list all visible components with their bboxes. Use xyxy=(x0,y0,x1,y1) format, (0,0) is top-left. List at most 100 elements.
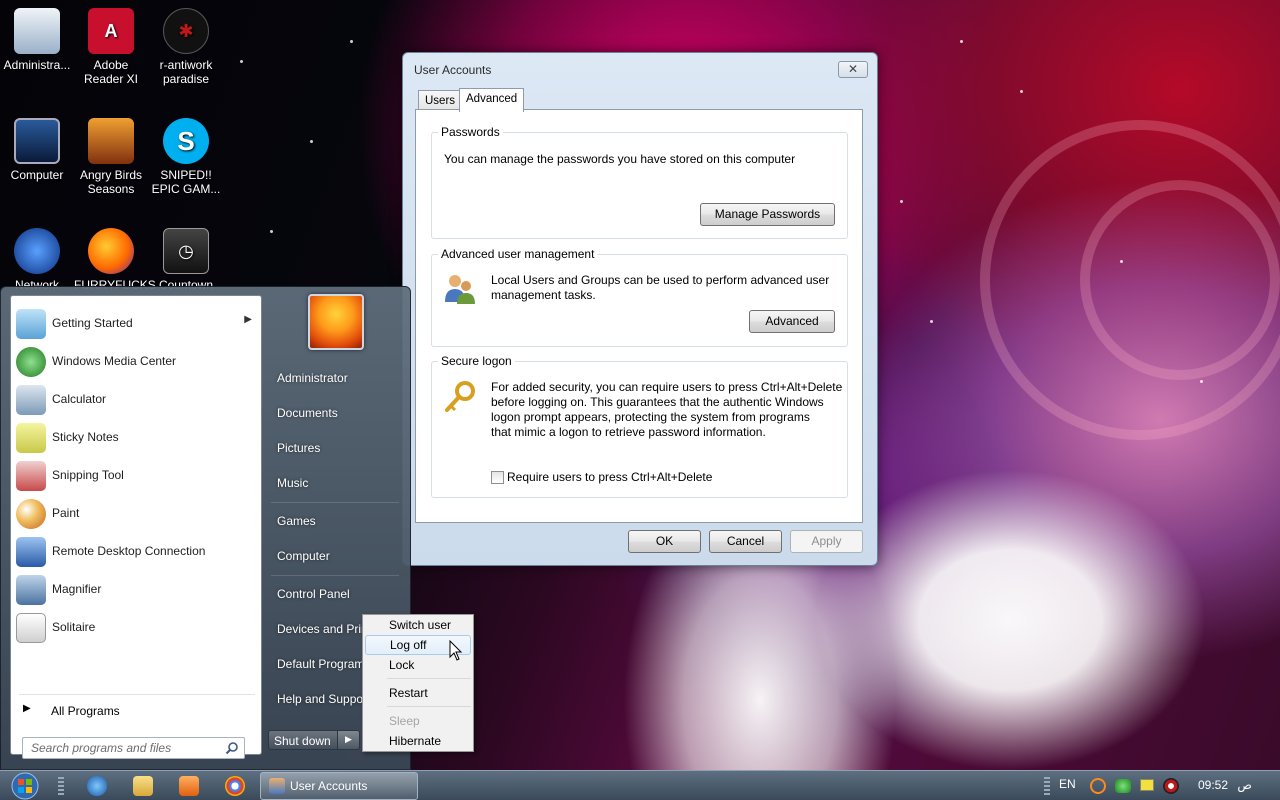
start-item-documents[interactable]: Documents xyxy=(277,406,338,420)
clock[interactable]: 09:52 ص xyxy=(1198,778,1252,792)
shutdown-options-menu: Switch user Log off Lock Restart Sleep H… xyxy=(362,614,474,752)
passwords-description: You can manage the passwords you have st… xyxy=(444,152,796,166)
program-label: Windows Media Center xyxy=(52,354,177,368)
desktop-icon-network[interactable]: Network xyxy=(0,228,74,292)
desktop-icon-label: Reader XI xyxy=(83,72,139,86)
search-tray-icon[interactable] xyxy=(1090,778,1106,794)
advanced-management-legend: Advanced user management xyxy=(438,247,598,261)
manage-passwords-button[interactable]: Manage Passwords xyxy=(700,203,835,226)
start-item-default-programs[interactable]: Default Programs xyxy=(277,657,370,671)
divider xyxy=(387,678,471,679)
adobe-reader-icon: A xyxy=(88,8,134,54)
program-windows-media-center[interactable]: Windows Media Center xyxy=(11,343,261,379)
require-ctrl-alt-delete-checkbox[interactable] xyxy=(491,471,504,484)
desktop-icon-label: Seasons xyxy=(87,182,135,196)
start-item-help-support[interactable]: Help and Support xyxy=(277,692,370,706)
language-indicator[interactable]: EN xyxy=(1059,777,1076,791)
apply-button[interactable]: Apply xyxy=(790,530,863,553)
desktop-icon-label: Computer xyxy=(10,168,64,182)
desktop-icon-adobe-reader[interactable]: A Adobe Reader XI xyxy=(74,8,148,86)
search-input[interactable]: Search programs and files xyxy=(22,737,245,759)
secure-logon-group: Secure logon For added security, you can… xyxy=(431,354,848,498)
advanced-button[interactable]: Advanced xyxy=(749,310,835,333)
app-tray-icon[interactable] xyxy=(1163,778,1179,794)
menu-item-hibernate[interactable]: Hibernate xyxy=(365,731,471,751)
desktop-icon-firefox[interactable]: FURRYFUCKS xyxy=(74,228,156,292)
start-button[interactable] xyxy=(6,772,44,800)
program-magnifier[interactable]: Magnifier xyxy=(11,571,261,607)
shut-down-options-button[interactable]: ▶ xyxy=(338,730,360,750)
clock-time: 09:52 xyxy=(1198,778,1229,792)
cancel-button[interactable]: Cancel xyxy=(709,530,782,553)
desktop-icon-r-antiwork[interactable]: ✱ r-antiwork paradise xyxy=(149,8,223,86)
program-solitaire[interactable]: Solitaire xyxy=(11,609,261,645)
desktop-icon-computer[interactable]: Computer xyxy=(0,118,74,182)
program-label: Magnifier xyxy=(52,582,102,596)
tray-grip xyxy=(1044,777,1050,795)
taskbar-grip xyxy=(58,777,64,795)
advanced-tab-panel: Passwords You can manage the passwords y… xyxy=(415,109,863,523)
sparkle xyxy=(350,40,353,43)
advanced-user-management-group: Advanced user management Local Users and… xyxy=(431,247,848,347)
all-programs-label: All Programs xyxy=(51,704,120,718)
user-folder-icon xyxy=(14,8,60,54)
computer-icon xyxy=(14,118,60,164)
ok-button[interactable]: OK xyxy=(628,530,701,553)
search-icon xyxy=(225,742,238,755)
dialog-title: User Accounts xyxy=(414,63,492,77)
program-calculator[interactable]: Calculator xyxy=(11,381,261,417)
start-item-administrator[interactable]: Administrator xyxy=(277,371,348,385)
submenu-arrow-icon: ▶ xyxy=(244,314,252,325)
start-item-control-panel[interactable]: Control Panel xyxy=(277,587,350,601)
flag-tray-icon[interactable] xyxy=(1140,779,1154,791)
pinned-programs-pane: Getting Started ▶ Windows Media Center C… xyxy=(10,295,262,759)
program-getting-started[interactable]: Getting Started ▶ xyxy=(11,305,261,341)
program-label: Snipping Tool xyxy=(52,468,124,482)
desktop-icon-angry-birds[interactable]: Angry Birds Seasons xyxy=(74,118,148,196)
require-ctrl-alt-delete-label[interactable]: Require users to press Ctrl+Alt+Delete xyxy=(507,470,712,485)
user-accounts-dialog: User Accounts ✕ Users Advanced Passwords… xyxy=(402,52,878,566)
sparkle xyxy=(240,60,243,63)
shut-down-label: Shut down xyxy=(274,734,331,748)
internet-explorer-icon[interactable] xyxy=(87,776,107,796)
start-item-computer[interactable]: Computer xyxy=(277,549,330,563)
tab-users[interactable]: Users xyxy=(418,90,463,111)
secure-logon-description-4: that mimic a logon to retrieve password … xyxy=(491,425,766,439)
start-item-pictures[interactable]: Pictures xyxy=(277,441,320,455)
media-center-icon xyxy=(16,347,46,377)
desktop-icon-label: Adobe xyxy=(93,58,129,72)
taskbar-button-user-accounts[interactable]: User Accounts xyxy=(260,772,418,800)
desktop-icon-skype[interactable]: S SNIPED!! EPIC GAM... xyxy=(149,118,223,196)
angry-birds-icon xyxy=(88,118,134,164)
advanced-management-description-2: management tasks. xyxy=(491,288,596,302)
media-player-icon[interactable] xyxy=(179,776,199,796)
program-remote-desktop[interactable]: Remote Desktop Connection xyxy=(11,533,261,569)
file-explorer-icon[interactable] xyxy=(133,776,153,796)
chrome-icon[interactable] xyxy=(225,776,245,796)
desktop-icon-countdown[interactable]: ◷ Countown xyxy=(149,228,223,292)
program-paint[interactable]: Paint xyxy=(11,495,261,531)
shut-down-button[interactable]: Shut down xyxy=(268,730,338,750)
divider xyxy=(271,502,399,503)
calculator-icon xyxy=(16,385,46,415)
search-placeholder: Search programs and files xyxy=(31,741,172,755)
program-sticky-notes[interactable]: Sticky Notes xyxy=(11,419,261,455)
mouse-cursor-icon xyxy=(449,640,463,661)
secure-logon-description-1: For added security, you can require user… xyxy=(491,380,843,394)
close-button[interactable]: ✕ xyxy=(838,61,868,78)
network-tray-icon[interactable] xyxy=(1115,779,1131,793)
all-programs-button[interactable]: ▶ All Programs xyxy=(19,700,255,722)
paint-icon xyxy=(16,499,46,529)
desktop-icon-label: SNIPED!! xyxy=(160,168,212,182)
divider xyxy=(19,694,255,695)
start-item-games[interactable]: Games xyxy=(277,514,316,528)
desktop-icon-administrator[interactable]: Administra... xyxy=(0,8,74,72)
desktop-icon-label: Angry Birds xyxy=(79,168,143,182)
user-accounts-icon xyxy=(269,778,285,794)
menu-item-switch-user[interactable]: Switch user xyxy=(365,615,471,635)
user-avatar[interactable] xyxy=(308,294,364,350)
start-item-music[interactable]: Music xyxy=(277,476,308,490)
program-snipping-tool[interactable]: Snipping Tool xyxy=(11,457,261,493)
menu-item-restart[interactable]: Restart xyxy=(365,683,471,703)
tab-advanced[interactable]: Advanced xyxy=(459,88,525,112)
